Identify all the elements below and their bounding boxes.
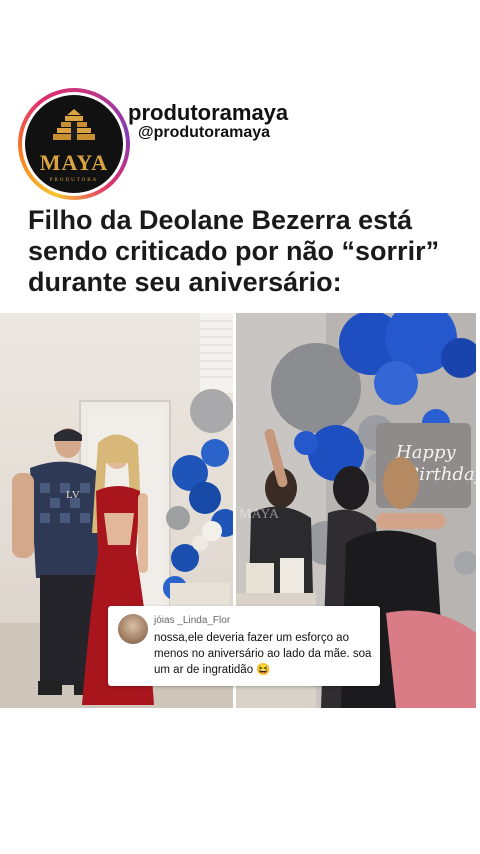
profile-handle[interactable]: @produtoramaya xyxy=(138,124,270,142)
avatar-gap: MAYA PRODUTORA xyxy=(22,92,126,196)
commenter-avatar[interactable] xyxy=(118,614,148,644)
shirt-print-text: LV xyxy=(66,489,80,501)
avatar[interactable]: MAYA PRODUTORA xyxy=(25,95,123,193)
commenter-username[interactable]: jóias _Linda_Flor xyxy=(154,615,230,626)
profile-avatar-ring[interactable]: MAYA PRODUTORA xyxy=(18,88,130,200)
comment-text: nossa,ele deveria fazer um esforço ao me… xyxy=(154,632,372,676)
logo-text: MAYA xyxy=(39,150,109,175)
logo-subtext: PRODUTORA xyxy=(49,178,99,183)
comment-card[interactable]: jóias _Linda_Flor nossa,ele deveria faze… xyxy=(108,606,380,686)
watermark-text: MAYA xyxy=(239,507,280,522)
post-headline: Filho da Deolane Bezerra está sendo crit… xyxy=(28,205,440,297)
pyramid-logo-icon xyxy=(53,109,95,140)
profile-display-name[interactable]: produtoramaya xyxy=(128,100,288,126)
